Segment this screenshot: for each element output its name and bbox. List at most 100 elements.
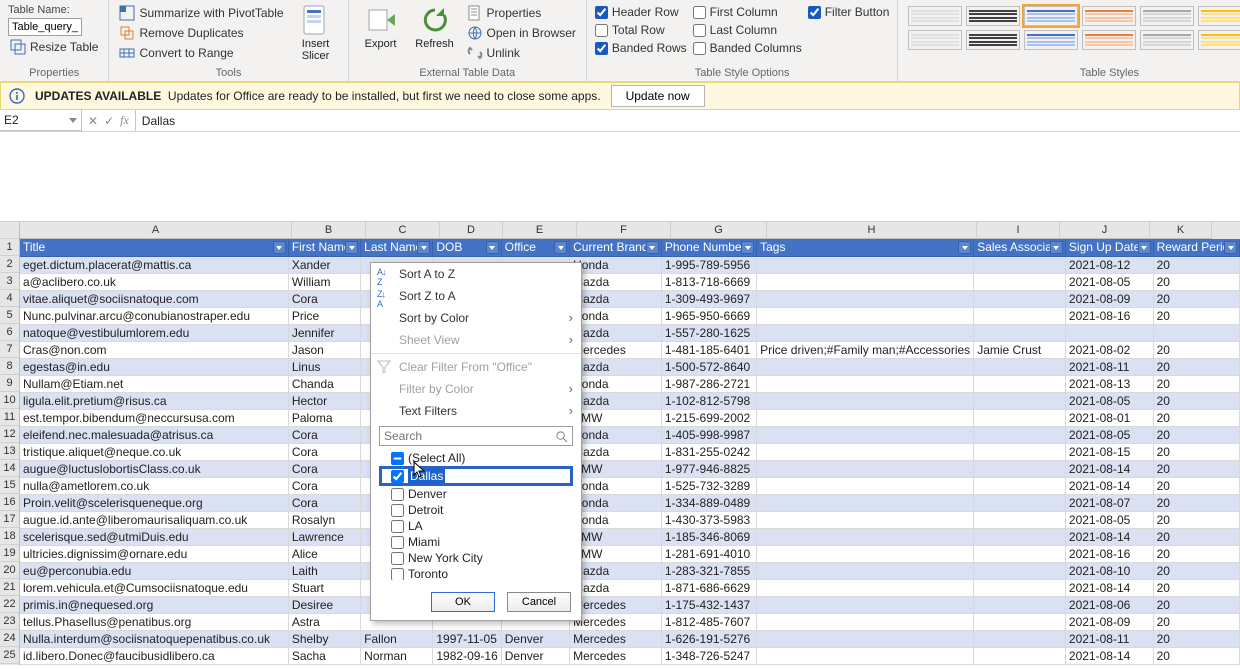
cell[interactable]: Hector <box>288 392 360 409</box>
cell[interactable]: Fallon <box>361 630 433 647</box>
cell[interactable]: 1-813-718-6669 <box>661 273 756 290</box>
cell[interactable]: Desiree <box>288 596 360 613</box>
cell[interactable]: 2021-08-07 <box>1065 494 1153 511</box>
filter-option[interactable]: LA <box>379 518 573 534</box>
row-header[interactable]: 12 <box>0 426 19 443</box>
table-row[interactable]: eleifend.nec.malesuada@atrisus.caCoraHon… <box>20 426 1240 443</box>
table-row[interactable]: Cras@non.comJasonMercedes1-481-185-6401P… <box>20 341 1240 358</box>
opt-total-row[interactable]: Total Row <box>595 22 687 38</box>
filter-drop-icon[interactable] <box>1224 241 1237 254</box>
cell[interactable] <box>757 511 974 528</box>
cell[interactable]: 1-812-485-7607 <box>661 613 756 630</box>
cell[interactable] <box>757 460 974 477</box>
style-swatch[interactable] <box>1082 30 1136 50</box>
cell[interactable]: tellus.Phasellus@penatibus.org <box>20 613 288 630</box>
row-header[interactable]: 16 <box>0 494 19 511</box>
cell[interactable]: Cora <box>288 460 360 477</box>
row-header[interactable]: 18 <box>0 528 19 545</box>
col-header-cell[interactable]: D <box>440 222 503 239</box>
cell[interactable] <box>974 460 1066 477</box>
row-header[interactable]: 24 <box>0 630 19 647</box>
cell[interactable]: id.libero.Donec@faucibusidlibero.ca <box>20 647 288 664</box>
cell[interactable] <box>974 392 1066 409</box>
cell[interactable] <box>757 392 974 409</box>
cell[interactable]: BMW <box>570 409 662 426</box>
cell[interactable]: 2021-08-14 <box>1065 477 1153 494</box>
cell[interactable]: 1-309-493-9697 <box>661 290 756 307</box>
table-header-cell[interactable]: Current Brand <box>570 239 662 256</box>
cell[interactable] <box>757 494 974 511</box>
cell[interactable]: 2021-08-13 <box>1065 375 1153 392</box>
table-header-cell[interactable]: First Name <box>288 239 360 256</box>
cell[interactable]: Shelby <box>288 630 360 647</box>
insert-slicer[interactable]: Insert Slicer <box>292 4 340 62</box>
cell[interactable]: eleifend.nec.malesuada@atrisus.ca <box>20 426 288 443</box>
cell[interactable] <box>757 630 974 647</box>
style-swatch[interactable] <box>1024 30 1078 50</box>
cell[interactable]: ligula.elit.pretium@risus.ca <box>20 392 288 409</box>
cell[interactable]: 20 <box>1153 630 1239 647</box>
update-now-button[interactable]: Update now <box>611 85 705 107</box>
table-row[interactable]: Proin.velit@scelerisqueneque.orgCoraHond… <box>20 494 1240 511</box>
cell[interactable]: BMW <box>570 460 662 477</box>
col-header-cell[interactable]: J <box>1060 222 1150 239</box>
fx-icon[interactable]: fx <box>120 113 129 128</box>
cell[interactable]: Lawrence <box>288 528 360 545</box>
cell[interactable]: 20 <box>1153 341 1239 358</box>
cell[interactable]: 1-281-691-4010 <box>661 545 756 562</box>
cell[interactable]: Honda <box>570 477 662 494</box>
table-row[interactable]: eu@perconubia.eduLaithMazda1-283-321-785… <box>20 562 1240 579</box>
table-row[interactable]: Nunc.pulvinar.arcu@conubianostraper.eduP… <box>20 307 1240 324</box>
style-swatch[interactable] <box>1024 6 1078 26</box>
row-header[interactable]: 11 <box>0 409 19 426</box>
cell[interactable] <box>974 477 1066 494</box>
cell[interactable]: BMW <box>570 545 662 562</box>
col-header-cell[interactable]: K <box>1150 222 1212 239</box>
opt-header-row[interactable]: Header Row <box>595 4 687 20</box>
cell[interactable] <box>757 358 974 375</box>
cell[interactable]: 2021-08-02 <box>1065 341 1153 358</box>
filter-option[interactable]: Detroit <box>379 502 573 518</box>
cell[interactable] <box>757 426 974 443</box>
table-row[interactable]: augue.id.ante@liberomaurisaliquam.co.ukR… <box>20 511 1240 528</box>
col-header-cell[interactable]: F <box>577 222 671 239</box>
cell[interactable]: Alice <box>288 545 360 562</box>
table-header-cell[interactable]: Office <box>501 239 569 256</box>
cell[interactable]: 20 <box>1153 409 1239 426</box>
row-header[interactable]: 7 <box>0 341 19 358</box>
cell[interactable] <box>974 443 1066 460</box>
filter-drop-icon[interactable] <box>554 241 567 254</box>
table-row[interactable]: lorem.vehicula.et@Cumsociisnatoque.eduSt… <box>20 579 1240 596</box>
cell[interactable]: eget.dictum.placerat@mattis.ca <box>20 256 288 273</box>
cell[interactable]: Nunc.pulvinar.arcu@conubianostraper.edu <box>20 307 288 324</box>
cell[interactable]: 20 <box>1153 392 1239 409</box>
row-header[interactable]: 17 <box>0 511 19 528</box>
cell[interactable] <box>757 477 974 494</box>
cell[interactable]: Cora <box>288 290 360 307</box>
remove-duplicates[interactable]: Remove Duplicates <box>117 24 285 42</box>
cell[interactable]: 20 <box>1153 358 1239 375</box>
row-header[interactable]: 5 <box>0 307 19 324</box>
cell[interactable] <box>974 579 1066 596</box>
filter-drop-icon[interactable] <box>958 241 971 254</box>
cell[interactable]: 2021-08-11 <box>1065 358 1153 375</box>
cell[interactable] <box>757 409 974 426</box>
cell[interactable]: Jennifer <box>288 324 360 341</box>
cell[interactable]: ultricies.dignissim@ornare.edu <box>20 545 288 562</box>
table-row[interactable]: ligula.elit.pretium@risus.caHectorMazda1… <box>20 392 1240 409</box>
cell[interactable]: Mazda <box>570 562 662 579</box>
row-header[interactable]: 19 <box>0 545 19 562</box>
cell[interactable]: 1-965-950-6669 <box>661 307 756 324</box>
column-header[interactable]: ABCDEFGHIJK <box>20 222 1240 239</box>
cell[interactable]: 1-987-286-2721 <box>661 375 756 392</box>
cell[interactable]: Nulla.interdum@sociisnatoquepenatibus.co… <box>20 630 288 647</box>
table-header-cell[interactable]: Last Name <box>361 239 433 256</box>
filter-option[interactable]: Toronto <box>379 566 573 580</box>
cell[interactable]: 2021-08-14 <box>1065 579 1153 596</box>
cell[interactable] <box>974 528 1066 545</box>
cell[interactable]: 1-525-732-3289 <box>661 477 756 494</box>
cell[interactable]: 2021-08-14 <box>1065 460 1153 477</box>
opt-last-col[interactable]: Last Column <box>693 22 802 38</box>
table-header-cell[interactable]: Tags <box>757 239 974 256</box>
cell[interactable]: Cras@non.com <box>20 341 288 358</box>
